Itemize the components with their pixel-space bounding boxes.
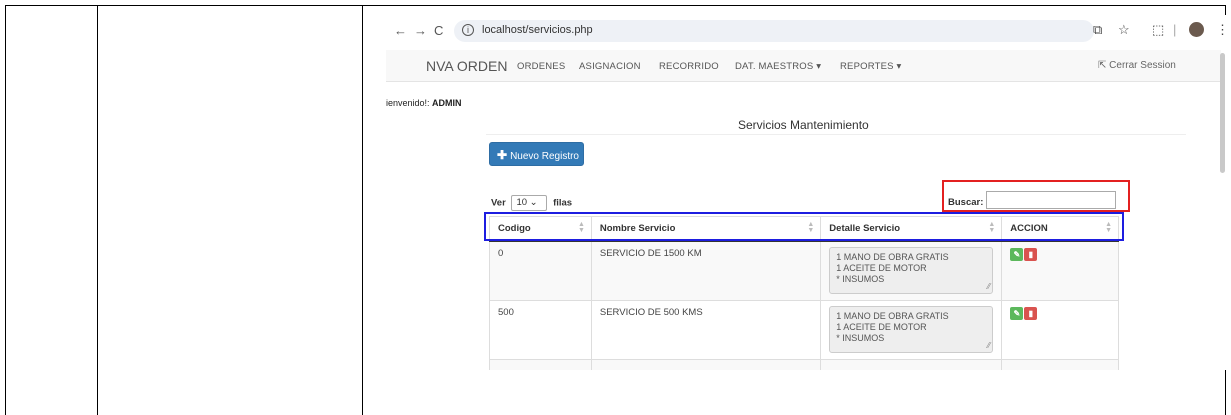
profile-avatar-icon[interactable] — [1189, 22, 1204, 37]
title-divider — [486, 134, 1186, 135]
table-row: 0 SERVICIO DE 1500 KM 1 MANO DE OBRA GRA… — [489, 240, 1119, 301]
bookmark-star-icon[interactable]: ☆ — [1118, 22, 1130, 38]
nav-recorrido[interactable]: RECORRIDO — [659, 61, 719, 72]
delete-button[interactable]: ▮ — [1024, 306, 1038, 320]
delete-button[interactable]: ▮ — [1024, 247, 1038, 261]
page-title: Servicios Mantenimiento — [738, 118, 869, 132]
nav-reportes[interactable]: REPORTES ▾ — [840, 61, 902, 72]
nav-asignacion[interactable]: ASIGNACION — [579, 61, 641, 72]
table-column-divider — [97, 6, 98, 415]
logout-icon: ⇱ — [1098, 60, 1107, 71]
cell-codigo: 500 — [489, 299, 592, 360]
back-icon[interactable]: ← — [394, 23, 407, 38]
trash-icon: ▮ — [1028, 308, 1033, 318]
cell-detalle: 1 MANO DE OBRA GRATIS 1 ACEITE DE MOTOR … — [820, 299, 1003, 360]
new-record-button[interactable]: ✚ Nuevo Registro — [489, 142, 584, 166]
detail-line: 1 MANO DE OBRA GRATIS — [836, 310, 949, 321]
page-length-select[interactable]: 10 ⌄ — [511, 195, 548, 211]
cell-nombre: SERVICIO DE 1500 KM — [590, 240, 822, 301]
table-column-divider — [362, 6, 363, 415]
browser-screenshot: ← → C i localhost/servicios.php ⧉ ☆ ⬚ | … — [386, 15, 1226, 370]
page-length-prefix: Ver — [491, 197, 506, 209]
address-bar[interactable]: i localhost/servicios.php — [454, 20, 1094, 42]
site-info-icon[interactable]: i — [462, 24, 474, 36]
url-text[interactable]: localhost/servicios.php — [482, 24, 593, 36]
welcome-prefix: ienvenido!: — [386, 98, 433, 108]
detail-textarea[interactable]: 1 MANO DE OBRA GRATIS 1 ACEITE DE MOTOR … — [829, 305, 994, 353]
cell-detalle — [820, 358, 1003, 370]
detail-line: * INSUMOS — [836, 332, 885, 343]
chevron-down-icon: ⌄ — [529, 197, 538, 208]
detail-line: 1 MANO DE OBRA GRATIS — [836, 251, 949, 262]
page-length-value: 10 — [516, 197, 528, 208]
search-highlight-box — [942, 180, 1130, 212]
welcome-text: ienvenido!: ADMIN — [386, 98, 462, 108]
welcome-user: ADMIN — [432, 98, 462, 108]
plus-icon: ✚ — [497, 148, 508, 162]
detail-line: 1 ACEITE DE MOTOR — [836, 262, 927, 273]
detail-line: 1 ACEITE DE MOTOR — [836, 321, 927, 332]
reload-icon[interactable]: C — [434, 23, 443, 38]
brand-link[interactable]: NVA ORDEN — [426, 58, 507, 74]
resize-grip-icon[interactable]: ⁄⁄ — [988, 340, 991, 351]
table-row-partial — [489, 358, 1119, 370]
page-length-suffix: filas — [553, 197, 573, 209]
detail-textarea[interactable]: 1 MANO DE OBRA GRATIS 1 ACEITE DE MOTOR … — [829, 246, 994, 294]
cell-codigo: 0 — [489, 240, 592, 301]
cell-codigo — [489, 358, 592, 370]
cell-detalle: 1 MANO DE OBRA GRATIS 1 ACEITE DE MOTOR … — [820, 240, 1003, 301]
detail-line: * INSUMOS — [836, 273, 885, 284]
new-record-label: Nuevo Registro — [510, 151, 579, 162]
browser-toolbar: ← → C i localhost/servicios.php ⧉ ☆ ⬚ | … — [386, 15, 1226, 45]
cell-nombre — [590, 358, 822, 370]
forward-icon[interactable]: → — [414, 23, 427, 38]
page-length-control: Ver 10 ⌄ filas — [491, 195, 572, 211]
edit-button[interactable]: ✎ — [1010, 306, 1024, 320]
nav-dat-maestros[interactable]: DAT. MAESTROS ▾ — [735, 61, 821, 72]
extensions-icon[interactable]: ⬚ — [1152, 22, 1164, 38]
toolbar-divider: | — [1173, 22, 1177, 37]
resize-grip-icon[interactable]: ⁄⁄ — [988, 281, 991, 292]
trash-icon: ▮ — [1028, 249, 1033, 259]
cell-accion: ✎ ▮ — [1001, 299, 1119, 360]
header-highlight-box — [484, 212, 1124, 241]
page-scrollbar[interactable] — [1220, 53, 1225, 173]
cell-accion — [1001, 358, 1119, 370]
app-navbar: NVA ORDEN ORDENES ASIGNACION RECORRIDO D… — [386, 50, 1221, 82]
edit-icon: ✎ — [1013, 249, 1021, 259]
logout-link[interactable]: ⇱ Cerrar Session — [1098, 60, 1176, 71]
table-row: 500 SERVICIO DE 500 KMS 1 MANO DE OBRA G… — [489, 299, 1119, 360]
cell-accion: ✎ ▮ — [1001, 240, 1119, 301]
nav-ordenes[interactable]: ORDENES — [517, 61, 565, 72]
menu-kebab-icon[interactable]: ⋮ — [1216, 22, 1226, 38]
edit-button[interactable]: ✎ — [1010, 247, 1024, 261]
cell-nombre: SERVICIO DE 500 KMS — [590, 299, 822, 360]
logout-label: Cerrar Session — [1109, 60, 1176, 71]
translate-icon[interactable]: ⧉ — [1093, 22, 1102, 38]
edit-icon: ✎ — [1013, 308, 1021, 318]
